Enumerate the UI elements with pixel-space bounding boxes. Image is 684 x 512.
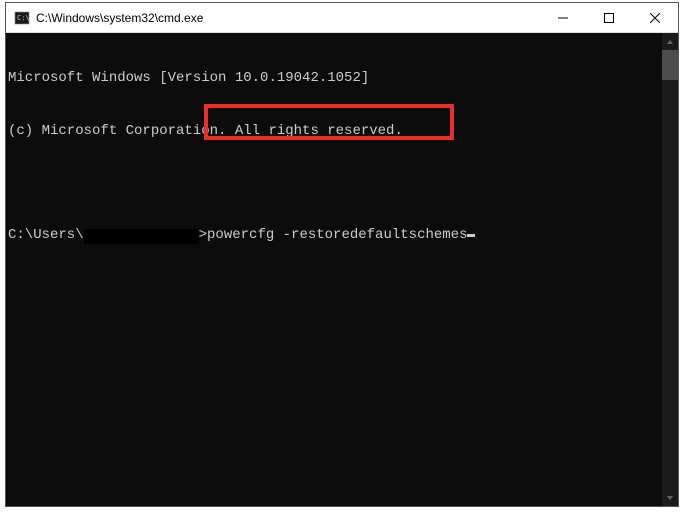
prompt-prefix: C:\Users\ bbox=[8, 227, 84, 245]
console-area: Microsoft Windows [Version 10.0.19042.10… bbox=[6, 33, 678, 506]
vertical-scrollbar[interactable] bbox=[662, 33, 678, 506]
close-button[interactable] bbox=[632, 3, 678, 32]
maximize-button[interactable] bbox=[586, 3, 632, 32]
scroll-thumb[interactable] bbox=[662, 50, 678, 80]
scroll-up-button[interactable] bbox=[662, 33, 678, 50]
console-blank bbox=[8, 175, 660, 192]
window-controls bbox=[540, 3, 678, 32]
minimize-button[interactable] bbox=[540, 3, 586, 32]
svg-text:C:\: C:\ bbox=[17, 14, 30, 22]
scroll-down-button[interactable] bbox=[662, 489, 678, 506]
window-title: C:\Windows\system32\cmd.exe bbox=[36, 11, 540, 25]
console-line-version: Microsoft Windows [Version 10.0.19042.10… bbox=[8, 70, 660, 88]
scroll-track[interactable] bbox=[662, 50, 678, 489]
console-prompt-line: C:\Users\ >powercfg -restoredefaultscheme… bbox=[8, 227, 660, 245]
titlebar[interactable]: C:\ C:\Windows\system32\cmd.exe bbox=[6, 3, 678, 33]
console-line-copyright: (c) Microsoft Corporation. All rights re… bbox=[8, 123, 660, 141]
console-content[interactable]: Microsoft Windows [Version 10.0.19042.10… bbox=[6, 33, 662, 506]
cursor bbox=[467, 234, 475, 237]
command-text: powercfg -restoredefaultschemes bbox=[207, 227, 467, 245]
cmd-icon: C:\ bbox=[14, 10, 30, 26]
prompt-suffix: > bbox=[199, 227, 207, 245]
redacted-username bbox=[84, 229, 199, 244]
cmd-window: C:\ C:\Windows\system32\cmd.exe Microsof… bbox=[5, 2, 679, 507]
